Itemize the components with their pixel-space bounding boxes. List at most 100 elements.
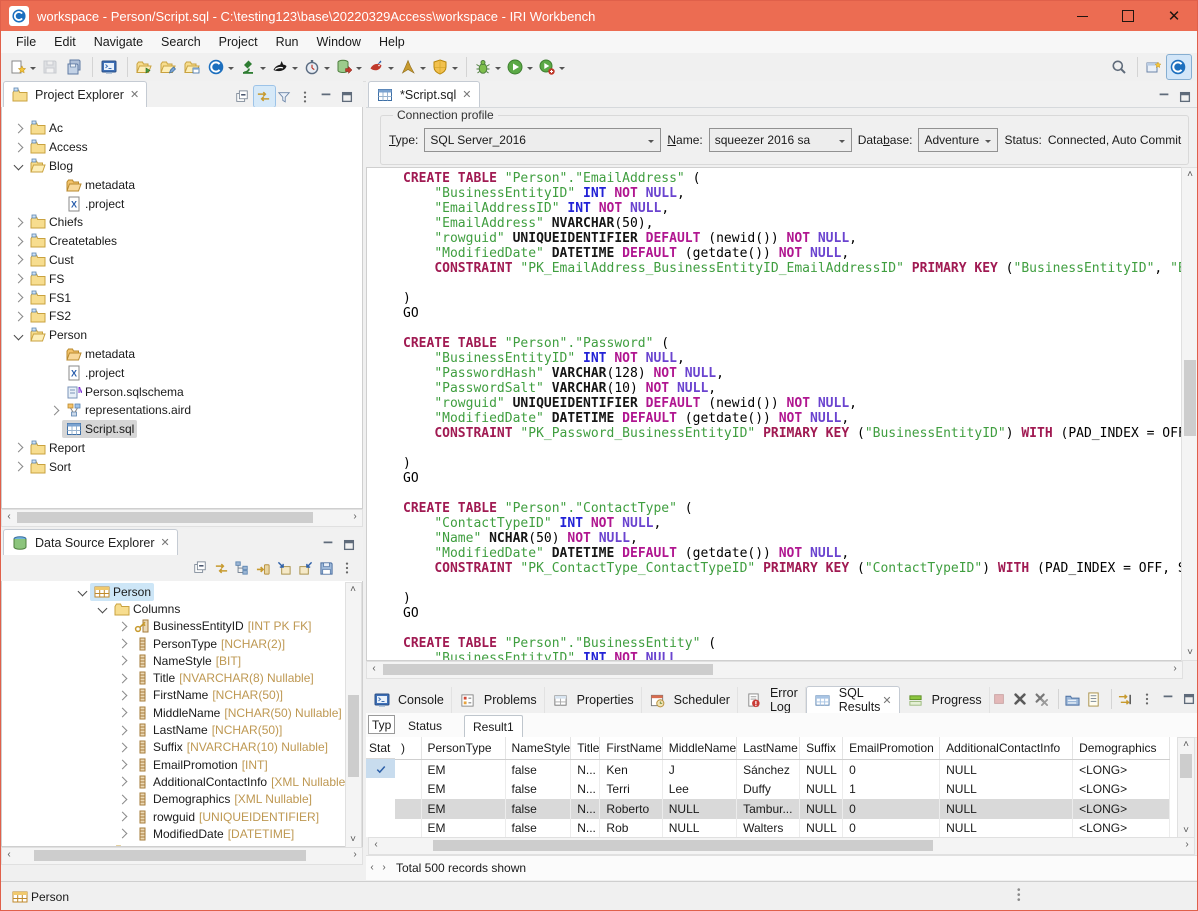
minimize-button[interactable] bbox=[1159, 689, 1180, 710]
query-filter-input[interactable]: Typ bbox=[368, 715, 395, 734]
tree-item-person-sqlschema[interactable]: MPerson.sqlschema bbox=[2, 382, 362, 401]
terminate-button[interactable] bbox=[1011, 689, 1032, 710]
menu-project[interactable]: Project bbox=[210, 32, 267, 52]
grid-cell[interactable]: 1 bbox=[843, 780, 940, 800]
tree-item-fs1[interactable]: FS1 bbox=[2, 288, 362, 307]
chevron-collapsed-icon[interactable] bbox=[10, 275, 26, 282]
maximize-view-button[interactable] bbox=[338, 534, 359, 555]
tree-item-ac[interactable]: Ac bbox=[2, 119, 362, 138]
grid-column-header[interactable]: EmailPromotion bbox=[843, 737, 940, 760]
data-source-explorer-tab[interactable]: Data Source Explorer ✕ bbox=[3, 529, 178, 555]
tab-console[interactable]: Console bbox=[366, 687, 452, 713]
dropdown-caret-icon[interactable] bbox=[495, 67, 501, 73]
menu-run[interactable]: Run bbox=[267, 32, 308, 52]
minimize-view-button[interactable] bbox=[317, 534, 338, 555]
collapse-all-button[interactable] bbox=[191, 558, 212, 579]
grid-cell[interactable]: false bbox=[505, 780, 571, 800]
close-icon[interactable]: ✕ bbox=[161, 536, 170, 549]
grid-column-header[interactable]: NameStyle bbox=[505, 737, 571, 760]
grid-cell[interactable]: J bbox=[662, 760, 736, 780]
grid-column-header[interactable]: MiddleName bbox=[662, 737, 736, 760]
project-explorer-hscrollbar[interactable]: ‹› bbox=[1, 509, 363, 527]
chevron-collapsed-icon[interactable] bbox=[10, 313, 26, 320]
grid-cell[interactable]: NULL bbox=[662, 819, 736, 838]
tree-item-businessentityid[interactable]: BusinessEntityID[INT PK FK] bbox=[2, 618, 362, 635]
new-wizard-button[interactable] bbox=[7, 55, 39, 79]
close-icon[interactable]: ✕ bbox=[462, 88, 471, 101]
grid-cell[interactable] bbox=[395, 780, 421, 800]
redirect-button[interactable] bbox=[1117, 689, 1138, 710]
chevron-expanded-icon[interactable] bbox=[74, 588, 90, 595]
dropdown-caret-icon[interactable] bbox=[356, 67, 362, 73]
tree-item-emailpromotion[interactable]: EmailPromotion[INT] bbox=[2, 756, 362, 773]
tree-item-createtables[interactable]: Createtables bbox=[2, 232, 362, 251]
dropdown-caret-icon[interactable] bbox=[388, 67, 394, 73]
grid-cell[interactable]: 0 bbox=[843, 760, 940, 780]
grid-cell[interactable]: N... bbox=[571, 760, 600, 780]
chevron-collapsed-icon[interactable] bbox=[10, 219, 26, 226]
collapse-all-button[interactable] bbox=[233, 86, 254, 107]
grid-cell[interactable]: false bbox=[505, 760, 571, 780]
dropdown-caret-icon[interactable] bbox=[420, 67, 426, 73]
orca-button[interactable] bbox=[269, 55, 301, 79]
tab-error-log[interactable]: Error Log bbox=[738, 687, 806, 713]
stop-button[interactable] bbox=[990, 689, 1011, 710]
open-folder-edit-button[interactable] bbox=[157, 55, 181, 79]
microscope-button[interactable] bbox=[237, 55, 269, 79]
menu-edit[interactable]: Edit bbox=[45, 32, 85, 52]
chevron-collapsed-icon[interactable] bbox=[114, 778, 130, 785]
grid-cell[interactable]: Terri bbox=[600, 780, 662, 800]
tree-item-modifieddate[interactable]: ModifiedDate[DATETIME] bbox=[2, 825, 362, 842]
menu-file[interactable]: File bbox=[7, 32, 45, 52]
dropdown-caret-icon[interactable] bbox=[292, 67, 298, 73]
grid-cell[interactable]: <LONG> bbox=[1073, 819, 1170, 838]
minimize-view-button[interactable] bbox=[1153, 86, 1174, 107]
grid-row[interactable]: EMfalseN...RobNULLWaltersNULL0NULL<LONG> bbox=[395, 819, 1170, 838]
menu-navigate[interactable]: Navigate bbox=[85, 32, 152, 52]
maximize-window-button[interactable] bbox=[1105, 1, 1151, 31]
menu-search[interactable]: Search bbox=[152, 32, 210, 52]
stopwatch-button[interactable] bbox=[301, 55, 333, 79]
grid-cell[interactable]: Lee bbox=[662, 780, 736, 800]
grid-cell[interactable]: NULL bbox=[800, 780, 843, 800]
grid-cell[interactable]: N... bbox=[571, 799, 600, 819]
result-grid-hscrollbar[interactable]: ‹› bbox=[368, 837, 1195, 855]
database-load-button[interactable] bbox=[333, 55, 365, 79]
tree-item-lastname[interactable]: LastName[NCHAR(50)] bbox=[2, 721, 362, 738]
grid-column-header[interactable]: Demographics bbox=[1073, 737, 1170, 760]
dropdown-caret-icon[interactable] bbox=[527, 67, 533, 73]
tree-item-metadata[interactable]: metadata bbox=[2, 345, 362, 364]
grid-cell[interactable]: NULL bbox=[800, 799, 843, 819]
tree-item-blog[interactable]: Blog bbox=[2, 157, 362, 176]
import-config-button[interactable] bbox=[275, 558, 296, 579]
save-view-button[interactable] bbox=[317, 558, 338, 579]
export-config-button[interactable] bbox=[296, 558, 317, 579]
grid-cell[interactable]: false bbox=[505, 819, 571, 838]
tree-item-sort[interactable]: Sort bbox=[2, 457, 362, 476]
tree-item--project[interactable]: X.project bbox=[2, 363, 362, 382]
tree-item-middlename[interactable]: MiddleName[NCHAR(50) Nullable] bbox=[2, 704, 362, 721]
tab-properties[interactable]: Properties bbox=[545, 687, 642, 713]
maximize-view-button[interactable] bbox=[1174, 86, 1195, 107]
chevron-collapsed-icon[interactable] bbox=[114, 623, 130, 630]
tree-item-cust[interactable]: Cust bbox=[2, 251, 362, 270]
tree-item-persontype[interactable]: PersonType[NCHAR(2)] bbox=[2, 635, 362, 652]
grid-cell[interactable]: NULL bbox=[800, 819, 843, 838]
open-folder-data-button[interactable] bbox=[181, 55, 205, 79]
editor-hscrollbar[interactable]: ‹› bbox=[366, 661, 1183, 679]
grid-cell[interactable]: EM bbox=[421, 819, 505, 838]
result-tab-status[interactable]: Status bbox=[400, 715, 450, 737]
chevron-expanded-icon[interactable] bbox=[94, 605, 110, 612]
type-combo[interactable]: SQL Server_2016 bbox=[424, 128, 661, 152]
grid-row[interactable]: EMfalseN...KenJSánchezNULL0NULL<LONG> bbox=[395, 760, 1170, 780]
editor-vscrollbar[interactable]: ˄˅ bbox=[1181, 167, 1198, 661]
shield-button[interactable] bbox=[429, 55, 461, 79]
menu-help[interactable]: Help bbox=[370, 32, 414, 52]
tree-item-script-sql[interactable]: Script.sql bbox=[2, 420, 362, 439]
tree-item-fs2[interactable]: FS2 bbox=[2, 307, 362, 326]
tab-problems[interactable]: Problems bbox=[452, 687, 545, 713]
close-icon[interactable]: ✕ bbox=[882, 694, 891, 707]
chevron-collapsed-icon[interactable] bbox=[10, 463, 26, 470]
name-combo[interactable]: squeezer 2016 sa bbox=[709, 128, 852, 152]
grid-cell[interactable]: false bbox=[505, 799, 571, 819]
